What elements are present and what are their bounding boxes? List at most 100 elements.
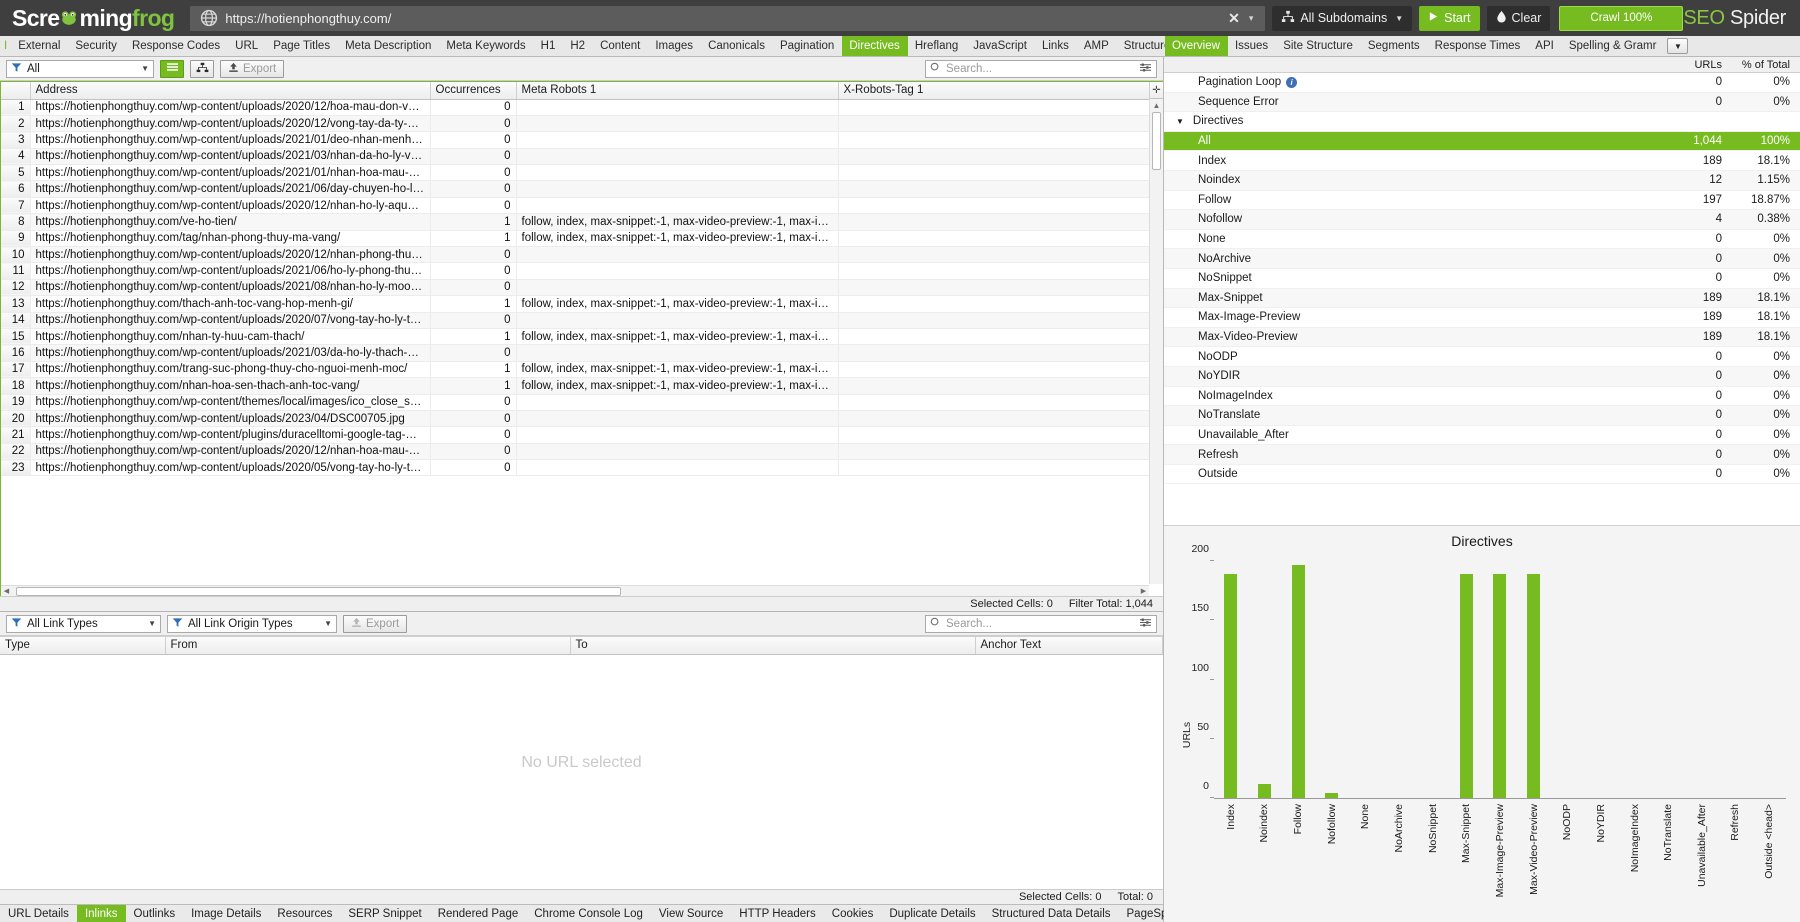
cell-x-robots-tag-1[interactable] [838, 295, 1163, 313]
chart-bar[interactable] [1459, 574, 1473, 798]
tab-images[interactable]: Images [648, 36, 701, 56]
url-input[interactable]: https://hotienphongthuy.com/ [225, 11, 1221, 26]
table-row[interactable]: 2 https://hotienphongthuy.com/wp-content/… [1, 115, 1163, 133]
cell-meta-robots-1[interactable] [516, 115, 839, 133]
table-row[interactable]: 22 https://hotienphongthuy.com/wp-content… [1, 443, 1163, 461]
cell-address[interactable]: https://hotienphongthuy.com/wp-content/t… [30, 394, 431, 411]
cell-x-robots-tag-1[interactable] [838, 328, 1163, 346]
tab-meta-description[interactable]: Meta Description [338, 36, 439, 56]
tab-serp-snippet[interactable]: SERP Snippet [340, 905, 429, 922]
tab-directives[interactable]: Directives [842, 36, 908, 56]
cell-occurrences[interactable]: 0 [430, 262, 517, 280]
overview-row[interactable]: Max-Image-Preview 189 18.1% [1164, 308, 1800, 328]
tab-hreflang[interactable]: Hreflang [908, 36, 966, 56]
overview-row[interactable]: NoArchive 0 0% [1164, 249, 1800, 269]
tab-cookies[interactable]: Cookies [824, 905, 882, 922]
info-icon[interactable]: i [1286, 76, 1298, 88]
cell-meta-robots-1[interactable] [516, 246, 839, 264]
chart-bar[interactable] [1493, 574, 1507, 798]
cell-x-robots-tag-1[interactable] [838, 164, 1163, 182]
tab-canonicals[interactable]: Canonicals [701, 36, 773, 56]
right-tabs-overflow-button[interactable]: ▼ [1667, 38, 1689, 54]
cell-x-robots-tag-1[interactable] [838, 410, 1163, 428]
cell-meta-robots-1[interactable]: follow, index, max-snippet:-1, max-video… [516, 361, 839, 379]
cell-meta-robots-1[interactable] [516, 443, 839, 461]
cell-address[interactable]: https://hotienphongthuy.com/wp-content/u… [30, 197, 431, 215]
horizontal-scroll-track[interactable] [12, 586, 1138, 596]
overview-tree-list[interactable]: Pagination Loop i 0 0% Sequence Error 0 0% ▼ Di… [1164, 73, 1800, 525]
tab-view-source[interactable]: View Source [651, 905, 731, 922]
tab-url[interactable]: URL [228, 36, 266, 56]
table-row[interactable]: 13 https://hotienphongthuy.com/thach-anh-… [1, 295, 1163, 313]
cell-occurrences[interactable]: 0 [430, 459, 517, 477]
overview-row[interactable]: All 1,044 100% [1164, 131, 1800, 152]
table-row[interactable]: 9 https://hotienphongthuy.com/tag/nhan-ph… [1, 230, 1163, 248]
tab-overview[interactable]: Overview [1165, 36, 1228, 56]
tab-h1[interactable]: H1 [534, 36, 564, 56]
cell-address[interactable]: https://hotienphongthuy.com/wp-content/u… [30, 99, 431, 116]
tab-security[interactable]: Security [68, 36, 125, 56]
tab-pagination[interactable]: Pagination [773, 36, 842, 56]
cell-meta-robots-1[interactable] [516, 262, 839, 280]
cell-x-robots-tag-1[interactable] [838, 131, 1163, 149]
overview-row[interactable]: NoYDIR 0 0% [1164, 366, 1800, 387]
table-row[interactable]: 15 https://hotienphongthuy.com/nhan-ty-hu… [1, 328, 1163, 346]
table-row[interactable]: 14 https://hotienphongthuy.com/wp-content… [1, 312, 1163, 329]
table-search-box[interactable] [925, 59, 1157, 78]
cell-occurrences[interactable]: 1 [430, 230, 517, 248]
table-row[interactable]: 20 https://hotienphongthuy.com/wp-content… [1, 410, 1163, 428]
cell-x-robots-tag-1[interactable] [838, 312, 1163, 329]
cell-occurrences[interactable]: 1 [430, 361, 517, 379]
cell-occurrences[interactable]: 0 [430, 246, 517, 264]
search-options-icon[interactable] [1139, 62, 1152, 76]
cell-meta-robots-1[interactable] [516, 131, 839, 149]
cell-x-robots-tag-1[interactable] [838, 180, 1163, 198]
cell-address[interactable]: https://hotienphongthuy.com/wp-content/u… [30, 312, 431, 329]
tab-outlinks[interactable]: Outlinks [126, 905, 184, 922]
table-row[interactable]: 16 https://hotienphongthuy.com/wp-content… [1, 344, 1163, 362]
cell-address[interactable]: https://hotienphongthuy.com/nhan-ty-huu-… [30, 328, 431, 346]
directives-table-container[interactable]: Address Occurrences Meta Robots 1 X-Robo… [0, 81, 1163, 596]
overview-row[interactable]: NoImageIndex 0 0% [1164, 387, 1800, 407]
table-row[interactable]: 8 https://hotienphongthuy.com/ve-ho-tien/… [1, 213, 1163, 231]
cell-address[interactable]: https://hotienphongthuy.com/wp-content/u… [30, 262, 431, 280]
tab-url-details[interactable]: URL Details [0, 905, 77, 922]
cell-meta-robots-1[interactable]: follow, index, max-snippet:-1, max-video… [516, 328, 839, 346]
cell-address[interactable]: https://hotienphongthuy.com/wp-content/u… [30, 164, 431, 182]
cell-meta-robots-1[interactable]: follow, index, max-snippet:-1, max-video… [516, 230, 839, 248]
cell-x-robots-tag-1[interactable] [838, 148, 1163, 166]
tab-content[interactable]: Content [593, 36, 648, 56]
cell-occurrences[interactable]: 0 [430, 394, 517, 411]
tab-amp[interactable]: AMP [1077, 36, 1117, 56]
overview-row[interactable]: NoTranslate 0 0% [1164, 406, 1800, 426]
cell-meta-robots-1[interactable] [516, 164, 839, 182]
cell-occurrences[interactable]: 0 [430, 426, 517, 444]
tab-segments[interactable]: Segments [1361, 36, 1428, 56]
cell-meta-robots-1[interactable] [516, 148, 839, 166]
cell-x-robots-tag-1[interactable] [838, 344, 1163, 362]
cell-x-robots-tag-1[interactable] [838, 459, 1163, 477]
link-types-dropdown[interactable]: All Link Types ▼ [6, 614, 161, 633]
overview-row[interactable]: Outside 0 0% [1164, 465, 1800, 485]
table-row[interactable]: 7 https://hotienphongthuy.com/wp-content/… [1, 197, 1163, 215]
tab-http-headers[interactable]: HTTP Headers [731, 905, 823, 922]
tab-duplicate-details[interactable]: Duplicate Details [881, 905, 983, 922]
cell-address[interactable]: https://hotienphongthuy.com/thach-anh-to… [30, 295, 431, 313]
link-origin-types-dropdown[interactable]: All Link Origin Types ▼ [167, 614, 337, 633]
table-row[interactable]: 21 https://hotienphongthuy.com/wp-content… [1, 426, 1163, 444]
tab-api[interactable]: API [1528, 36, 1562, 56]
tab-h2[interactable]: H2 [563, 36, 593, 56]
tab-meta-keywords[interactable]: Meta Keywords [439, 36, 533, 56]
cell-occurrences[interactable]: 0 [430, 99, 517, 116]
cell-x-robots-tag-1[interactable] [838, 426, 1163, 444]
table-row[interactable]: 23 https://hotienphongthuy.com/wp-content… [1, 459, 1163, 477]
cell-meta-robots-1[interactable] [516, 180, 839, 198]
cell-x-robots-tag-1[interactable] [838, 279, 1163, 297]
cell-x-robots-tag-1[interactable] [838, 394, 1163, 411]
cell-x-robots-tag-1[interactable] [838, 115, 1163, 133]
overview-group-row[interactable]: ▼ Directives [1164, 112, 1800, 132]
table-row[interactable]: 3 https://hotienphongthuy.com/wp-content/… [1, 131, 1163, 149]
cell-x-robots-tag-1[interactable] [838, 213, 1163, 231]
export-button[interactable]: Export [220, 59, 285, 78]
overview-row[interactable]: Follow 197 18.87% [1164, 191, 1800, 211]
